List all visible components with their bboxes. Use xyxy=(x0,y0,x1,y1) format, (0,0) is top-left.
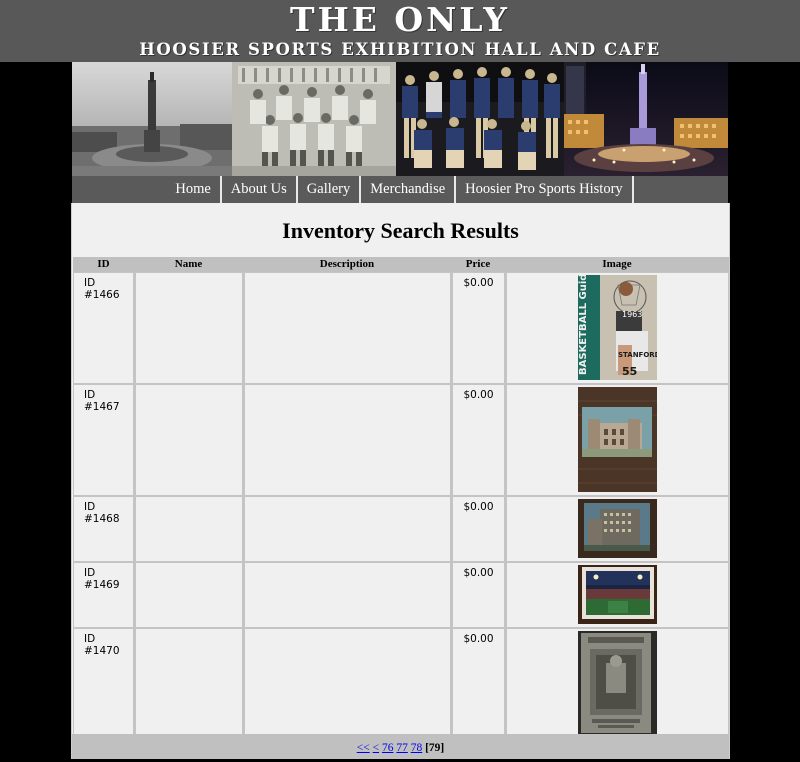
pager-page-76-link[interactable]: 76 xyxy=(382,742,394,754)
column-header-name: Name xyxy=(134,257,243,272)
table-row: ID #1468 $0.00 xyxy=(73,496,729,562)
cell-description xyxy=(243,272,451,384)
pager-first-link[interactable]: << xyxy=(357,742,370,754)
nav-merchandise[interactable]: Merchandise xyxy=(359,176,454,203)
cell-price: $0.00 xyxy=(451,384,505,496)
night-monument-photo xyxy=(564,62,728,176)
cell-description xyxy=(243,384,451,496)
cell-image xyxy=(505,384,729,496)
nav-about-us[interactable]: About Us xyxy=(219,176,296,203)
cell-name xyxy=(134,496,243,562)
svg-text:55: 55 xyxy=(622,365,637,378)
building-postcard-thumb[interactable] xyxy=(578,387,657,492)
cell-image xyxy=(505,496,729,562)
table-header-row: ID Name Description Price Image xyxy=(73,257,729,272)
cell-id: ID #1469 xyxy=(73,562,134,628)
pager-current-page: [79] xyxy=(425,742,445,754)
site-banner: THE ONLY HOOSIER SPORTS EXHIBITION HALL … xyxy=(0,0,800,62)
stadium-photo-thumb[interactable] xyxy=(578,565,657,624)
cell-id: ID #1468 xyxy=(73,496,134,562)
pager-page-77-link[interactable]: 77 xyxy=(396,742,408,754)
nav-hoosier-pro-sports-history[interactable]: Hoosier Pro Sports History xyxy=(454,176,634,203)
table-row: ID #1469 $0.00 xyxy=(73,562,729,628)
nav-gallery[interactable]: Gallery xyxy=(295,176,359,203)
cell-image xyxy=(505,562,729,628)
basketball-team-photo xyxy=(396,62,564,176)
cell-image: BASKETBALL Guide 1963 STANFORD 55 xyxy=(505,272,729,384)
cell-name xyxy=(134,272,243,384)
column-header-image: Image xyxy=(505,257,729,272)
basketball-guide-thumb[interactable]: BASKETBALL Guide 1963 STANFORD 55 xyxy=(578,275,657,380)
inventory-results-table: ID Name Description Price Image ID #1466… xyxy=(73,257,729,740)
main-nav: Home About Us Gallery Merchandise Hoosie… xyxy=(72,176,728,203)
svg-text:BASKETBALL Guide: BASKETBALL Guide xyxy=(578,275,589,375)
table-row: ID #1466 $0.00 BASKETBALL Guide 1963 STA… xyxy=(73,272,729,384)
column-header-description: Description xyxy=(243,257,451,272)
cell-price: $0.00 xyxy=(451,628,505,740)
cell-description xyxy=(243,496,451,562)
cell-description xyxy=(243,628,451,740)
cell-name xyxy=(134,628,243,740)
pager-prev-link[interactable]: < xyxy=(373,742,380,754)
site-subtitle: HOOSIER SPORTS EXHIBITION HALL AND CAFE xyxy=(139,40,661,59)
monument-photo xyxy=(72,62,232,176)
cell-price: $0.00 xyxy=(451,272,505,384)
svg-text:STANFORD: STANFORD xyxy=(618,351,657,359)
pagination: << < 76 77 78 [79] xyxy=(72,734,729,759)
cell-id: ID #1466 xyxy=(73,272,134,384)
column-header-price: Price xyxy=(451,257,505,272)
nav-home[interactable]: Home xyxy=(166,176,219,203)
column-header-id: ID xyxy=(73,257,134,272)
table-row: ID #1470 $0.00 xyxy=(73,628,729,740)
cell-price: $0.00 xyxy=(451,496,505,562)
table-row: ID #1467 $0.00 xyxy=(73,384,729,496)
pager-page-78-link[interactable]: 78 xyxy=(411,742,423,754)
site-title: THE ONLY xyxy=(290,0,510,39)
header-photo-strip xyxy=(72,62,728,176)
cell-id: ID #1467 xyxy=(73,384,134,496)
cell-price: $0.00 xyxy=(451,562,505,628)
cell-image xyxy=(505,628,729,740)
vintage-team-photo xyxy=(232,62,396,176)
program-cover-thumb[interactable] xyxy=(578,631,657,736)
cell-description xyxy=(243,562,451,628)
main-content: Inventory Search Results ID Name Descrip… xyxy=(71,203,730,759)
cell-id: ID #1470 xyxy=(73,628,134,740)
cell-name xyxy=(134,562,243,628)
svg-text:1963: 1963 xyxy=(622,310,642,319)
cell-name xyxy=(134,384,243,496)
hotel-postcard-thumb[interactable] xyxy=(578,499,657,558)
page-title: Inventory Search Results xyxy=(282,218,519,243)
